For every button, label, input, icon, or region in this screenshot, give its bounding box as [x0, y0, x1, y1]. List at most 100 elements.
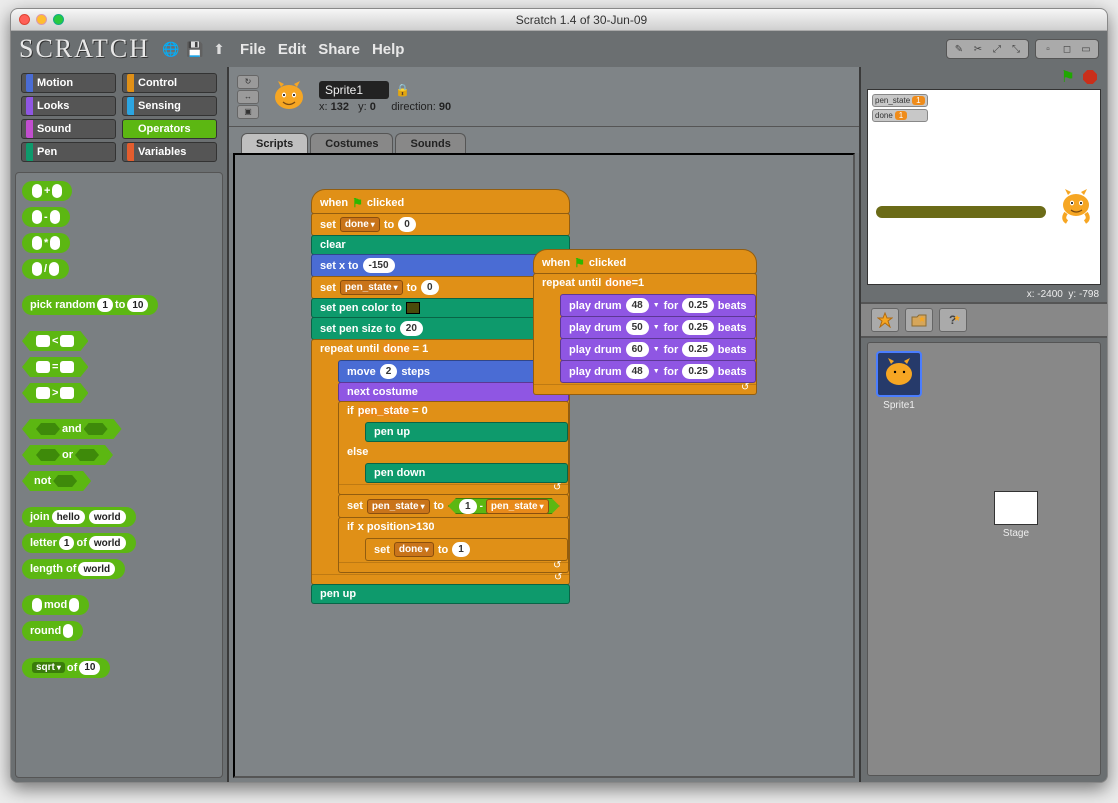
sprite-name-field[interactable]: Sprite1: [319, 81, 389, 99]
shrink-icon[interactable]: ⤡: [1008, 42, 1024, 56]
close-icon[interactable]: [19, 14, 30, 25]
blk-if-else[interactable]: ifpen_state = 0 pen up else pen down: [338, 401, 569, 495]
cat-icon: [269, 77, 309, 117]
paint-new-sprite-icon[interactable]: [871, 308, 899, 332]
choose-sprite-icon[interactable]: [905, 308, 933, 332]
op-sqrt[interactable]: sqrtof10: [22, 658, 110, 678]
sprite-list-item-sprite1[interactable]: Sprite1: [876, 351, 922, 411]
blk-set-penstate-toggle[interactable]: setpen_stateto1-pen_state: [338, 494, 569, 518]
sprite-on-stage[interactable]: [1056, 185, 1096, 230]
op-plus[interactable]: +: [22, 181, 72, 201]
stop-icon[interactable]: [1083, 70, 1097, 84]
cut-icon[interactable]: ✂: [970, 42, 986, 56]
blk-set-x[interactable]: set x to-150: [311, 254, 570, 277]
hat-when-flag-2[interactable]: when⚑clicked: [533, 249, 757, 274]
op-mod[interactable]: mod: [22, 595, 89, 615]
menu-share[interactable]: Share: [318, 41, 360, 58]
blk-pen-color[interactable]: set pen color to: [311, 298, 570, 318]
menu-bar: File Edit Share Help: [240, 41, 404, 58]
rotate-lr-icon[interactable]: ↔: [237, 90, 259, 104]
script-canvas[interactable]: when⚑clicked setdoneto0 clear set x to-1…: [233, 153, 855, 778]
rotate-none-icon[interactable]: ▣: [237, 105, 259, 119]
op-lt[interactable]: <: [22, 331, 88, 351]
cat-looks[interactable]: Looks: [21, 96, 116, 116]
sprite-header: ↻ ↔ ▣ Sprite1 🔒 x: 132 y: 0 direc: [229, 67, 859, 127]
cat-variables[interactable]: Variables: [122, 142, 217, 162]
blk-pen-up[interactable]: pen up: [365, 422, 568, 442]
op-eq[interactable]: =: [22, 357, 88, 377]
blk-pen-size[interactable]: set pen size to20: [311, 317, 570, 340]
op-or[interactable]: or: [22, 445, 113, 465]
blk-drum-2[interactable]: play drum60▼for0.25beats: [560, 338, 756, 361]
app-logo: SCRATCH: [19, 34, 150, 64]
blk-drum-0[interactable]: play drum48▼for0.25beats: [560, 294, 756, 317]
op-times[interactable]: *: [22, 233, 70, 253]
zoom-icon[interactable]: [53, 14, 64, 25]
stamp-icon[interactable]: ✎: [951, 42, 967, 56]
cat-control[interactable]: Control: [122, 73, 217, 93]
op-round[interactable]: round: [22, 621, 83, 641]
toolbar: SCRATCH 🌐 💾 ⬆ File Edit Share Help ✎ ✂ ⤢…: [11, 31, 1107, 67]
go-flag-icon[interactable]: ⚑: [1061, 67, 1075, 87]
op-join[interactable]: joinhelloworld: [22, 507, 136, 527]
blk-pen-down[interactable]: pen down: [365, 463, 568, 483]
left-pane: Motion Control Looks Sensing Sound Opera…: [11, 67, 227, 782]
op-and[interactable]: and: [22, 419, 122, 439]
cat-pen[interactable]: Pen: [21, 142, 116, 162]
monitor-done[interactable]: done1: [872, 109, 928, 122]
blk-set-done-0[interactable]: setdoneto0: [311, 213, 570, 236]
blk-set-penstate-0[interactable]: setpen_stateto0: [311, 276, 570, 299]
blk-pen-up-end[interactable]: pen up: [311, 584, 570, 604]
op-minus[interactable]: -: [22, 207, 70, 227]
tab-sounds[interactable]: Sounds: [395, 133, 465, 153]
window-title: Scratch 1.4 of 30-Jun-09: [64, 13, 1099, 27]
minimize-icon[interactable]: [36, 14, 47, 25]
save-icon[interactable]: 💾: [186, 40, 204, 58]
blk-repeat-until-2[interactable]: repeat untildone=1 play drum48▼for0.25be…: [533, 273, 757, 395]
lang-icon[interactable]: 🌐: [162, 40, 180, 58]
share-icon[interactable]: ⬆: [210, 40, 228, 58]
view-present-icon[interactable]: ▭: [1078, 42, 1094, 56]
blk-set-done-1[interactable]: setdoneto1: [365, 538, 568, 561]
op-div[interactable]: /: [22, 259, 69, 279]
op-random[interactable]: pick random1to10: [22, 295, 158, 315]
menu-help[interactable]: Help: [372, 41, 405, 58]
script-stack-2[interactable]: when⚑clicked repeat untildone=1 play dru…: [533, 249, 757, 394]
menu-edit[interactable]: Edit: [278, 41, 306, 58]
grow-icon[interactable]: ⤢: [989, 42, 1005, 56]
script-stack-1[interactable]: when⚑clicked setdoneto0 clear set x to-1…: [311, 189, 570, 603]
mouse-readout: x: -2400 y: -798: [861, 287, 1107, 302]
sprite-list: Sprite1 Stage: [867, 342, 1101, 776]
rotate-free-icon[interactable]: ↻: [237, 75, 259, 89]
surprise-sprite-icon[interactable]: ?: [939, 308, 967, 332]
op-length[interactable]: length ofworld: [22, 559, 125, 579]
cat-sensing[interactable]: Sensing: [122, 96, 217, 116]
color-swatch[interactable]: [406, 302, 420, 314]
sprite-list-item-stage[interactable]: Stage: [940, 491, 1092, 539]
edit-tools: ✎ ✂ ⤢ ⤡: [946, 39, 1029, 59]
cat-sound[interactable]: Sound: [21, 119, 116, 139]
menu-file[interactable]: File: [240, 41, 266, 58]
hat-when-flag[interactable]: when⚑clicked: [311, 189, 570, 214]
block-palette: + - * / pick random1to10 < = > and or no…: [15, 172, 223, 778]
view-small-icon[interactable]: ▫: [1040, 42, 1056, 56]
blk-drum-1[interactable]: play drum50▼for0.25beats: [560, 316, 756, 339]
blk-clear[interactable]: clear: [311, 235, 570, 255]
view-normal-icon[interactable]: ◻: [1059, 42, 1075, 56]
op-gt[interactable]: >: [22, 383, 88, 403]
op-not[interactable]: not: [22, 471, 91, 491]
blk-if-xpos[interactable]: ifx position>130 setdoneto1: [338, 517, 569, 573]
op-letter[interactable]: letter1ofworld: [22, 533, 136, 553]
cat-operators[interactable]: Operators: [122, 119, 217, 139]
sprite-coords: x: 132 y: 0 direction: 90: [319, 101, 451, 113]
blk-repeat-until[interactable]: repeat untildone = 1 move2steps next cos…: [311, 339, 570, 585]
blk-drum-3[interactable]: play drum48▼for0.25beats: [560, 360, 756, 383]
lock-icon[interactable]: 🔒: [395, 83, 410, 97]
flag-icon: ⚑: [574, 256, 585, 270]
tab-scripts[interactable]: Scripts: [241, 133, 308, 153]
monitor-pen-state[interactable]: pen_state1: [872, 94, 928, 107]
tab-costumes[interactable]: Costumes: [310, 133, 393, 153]
cat-motion[interactable]: Motion: [21, 73, 116, 93]
stage[interactable]: pen_state1 done1: [867, 89, 1101, 285]
category-grid: Motion Control Looks Sensing Sound Opera…: [11, 67, 227, 168]
